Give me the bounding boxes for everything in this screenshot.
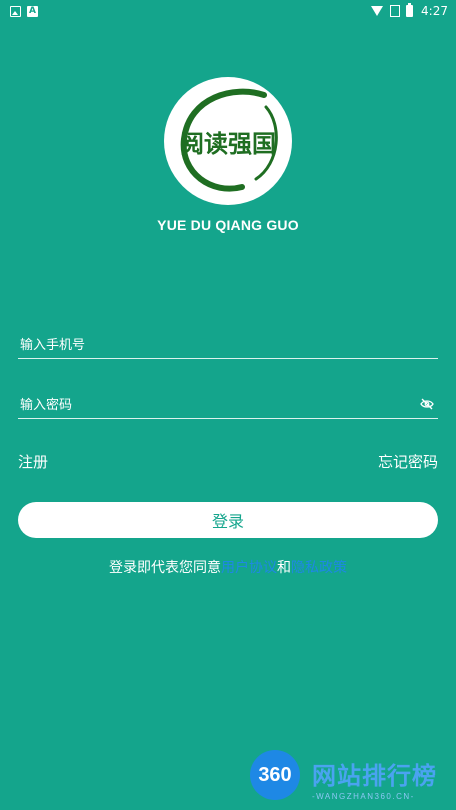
- eye-off-icon[interactable]: [420, 398, 434, 410]
- app-title: YUE DU QIANG GUO: [157, 217, 299, 233]
- register-link[interactable]: 注册: [18, 451, 48, 472]
- login-button[interactable]: 登录: [18, 502, 438, 538]
- agreement-prefix: 登录即代表您同意: [109, 560, 221, 576]
- logo-text: 阅读强国: [180, 129, 276, 158]
- app-a-icon: A: [27, 5, 38, 17]
- auth-links: 注册 忘记密码: [18, 451, 438, 472]
- battery-icon: [406, 3, 414, 17]
- status-time: 4:27: [421, 4, 448, 18]
- app-logo: 阅读强国: [164, 77, 292, 205]
- signal-icon: [390, 5, 401, 17]
- user-agreement-link[interactable]: 用户协议: [221, 560, 277, 576]
- forgot-password-link[interactable]: 忘记密码: [378, 451, 438, 472]
- phone-field: [18, 333, 438, 359]
- watermark-title: 网站排行榜: [312, 762, 437, 790]
- watermark-badge: 360: [250, 750, 300, 800]
- agreement-and: 和: [277, 560, 291, 576]
- watermark-subtitle: -WANGZHAN360.CN-: [312, 792, 415, 801]
- status-bar-right: 4:27: [371, 3, 448, 18]
- agreement-text: 登录即代表您同意用户协议和隐私政策: [0, 557, 456, 577]
- status-bar: A 4:27: [0, 0, 456, 22]
- password-field: [18, 393, 438, 419]
- phone-input[interactable]: [18, 333, 438, 357]
- privacy-policy-link[interactable]: 隐私政策: [291, 560, 347, 576]
- image-icon: [10, 5, 21, 17]
- password-input[interactable]: [18, 393, 438, 417]
- status-bar-left: A: [10, 5, 38, 17]
- wifi-icon: [371, 6, 384, 16]
- watermark: 360 网站排行榜 -WANGZHAN360.CN-: [246, 748, 456, 810]
